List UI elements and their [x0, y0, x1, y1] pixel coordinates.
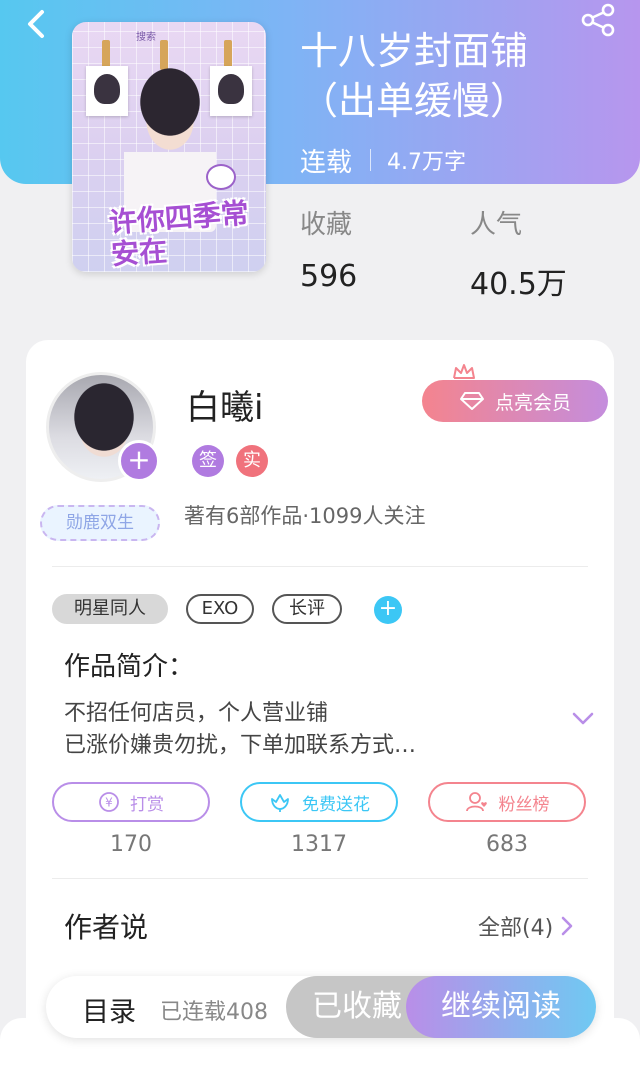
- flower-icon: [271, 794, 289, 812]
- svg-text:¥: ¥: [105, 796, 113, 810]
- toc-progress: 已连载408: [160, 1000, 268, 1025]
- diamond-icon: [459, 392, 484, 410]
- author-name[interactable]: 白曦i: [186, 380, 263, 429]
- collect-stat: 收藏 596: [300, 204, 357, 294]
- word-count: 4.7万字: [387, 150, 467, 175]
- tip-label: 打赏: [130, 794, 164, 815]
- meta-separator: [370, 149, 372, 171]
- rabbit-icon: [206, 164, 236, 190]
- flower-button[interactable]: 免费送花: [240, 782, 398, 822]
- flower-label: 免费送花: [302, 794, 370, 815]
- intro-title: 作品简介：: [64, 652, 195, 682]
- cover-photo: [86, 66, 128, 116]
- popularity-value: 40.5万: [470, 267, 567, 302]
- badge-signed: 签: [192, 445, 224, 477]
- cover-top-text: 搜索: [136, 32, 156, 43]
- cover-photo: [210, 66, 252, 116]
- toc-button[interactable]: 目录: [82, 990, 136, 1029]
- chevron-right-icon: [561, 916, 573, 936]
- crown-icon: [453, 364, 475, 379]
- intro-line: 已涨价嫌贵勿扰，下单加联系方式…: [64, 733, 417, 758]
- flower-count: 1317: [291, 832, 347, 857]
- serial-status: 连载: [300, 147, 353, 178]
- collect-value: 596: [300, 259, 358, 294]
- add-tag-icon[interactable]: +: [374, 596, 402, 624]
- author-meta: 著有6部作品·1099人关注: [184, 504, 426, 528]
- badge-verified: 实: [236, 445, 268, 477]
- tip-count: 170: [110, 832, 152, 857]
- cover-title: 许你四季常安在: [107, 196, 250, 272]
- tag-item[interactable]: 长评: [272, 594, 342, 624]
- book-cover[interactable]: 搜索 许你四季常安在: [72, 22, 266, 272]
- vip-button-label: 点亮会员: [494, 391, 571, 414]
- author-says-all-link[interactable]: 全部(4): [478, 910, 573, 942]
- all-link-label: 全部(4): [478, 916, 554, 941]
- divider: [52, 566, 588, 567]
- fans-label: 粉丝榜: [498, 794, 550, 815]
- fan-person-icon: [465, 792, 487, 812]
- yuan-icon: ¥: [99, 792, 119, 812]
- collect-label: 收藏: [300, 210, 353, 240]
- popularity-stat: 人气 40.5万: [470, 204, 567, 303]
- chevron-down-icon[interactable]: [572, 712, 594, 726]
- tag-item[interactable]: EXO: [186, 594, 254, 624]
- fans-button[interactable]: 粉丝榜: [428, 782, 586, 822]
- divider: [52, 878, 588, 879]
- tip-button[interactable]: ¥ 打赏: [52, 782, 210, 822]
- book-meta: 连载 4.7万字: [300, 143, 467, 178]
- author-says-title: 作者说: [64, 911, 149, 944]
- author-medal[interactable]: 勋鹿双生: [40, 505, 160, 541]
- back-icon[interactable]: [18, 4, 58, 44]
- popularity-label: 人气: [470, 210, 523, 240]
- intro-line: 不招任何店员，个人营业铺: [64, 701, 329, 726]
- intro-text[interactable]: 不招任何店员，个人营业铺 已涨价嫌贵勿扰，下单加联系方式…: [64, 698, 534, 762]
- tag-item[interactable]: 明星同人: [52, 594, 168, 624]
- vip-button[interactable]: 点亮会员: [422, 380, 608, 422]
- continue-reading-button[interactable]: 继续阅读: [406, 976, 596, 1038]
- follow-add-icon[interactable]: +: [118, 440, 160, 482]
- fans-count: 683: [486, 832, 528, 857]
- book-title: 十八岁封面铺（出单缓慢）: [300, 29, 529, 123]
